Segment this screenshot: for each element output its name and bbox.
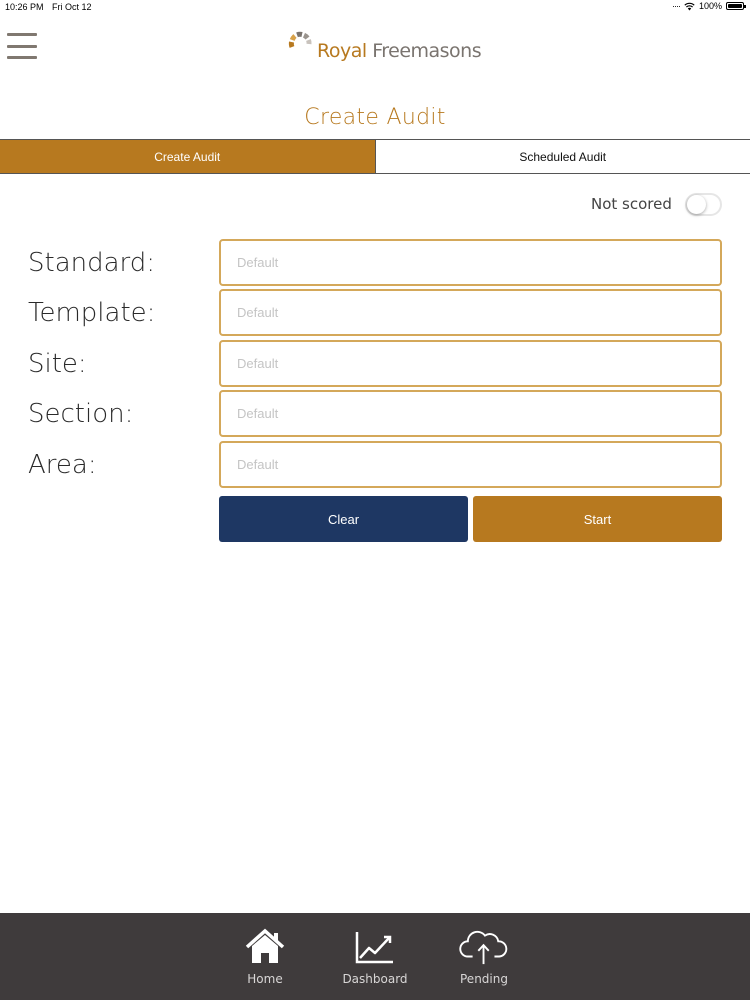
standard-label: Standard: (28, 248, 156, 278)
tab-create-audit[interactable]: Create Audit (0, 140, 375, 173)
nav-home[interactable]: Home (220, 913, 310, 1000)
page-title: Create Audit (304, 105, 446, 130)
menu-button[interactable] (7, 33, 37, 59)
nav-pending-label: Pending (460, 972, 508, 986)
site-label: Site: (28, 349, 87, 379)
home-icon (245, 928, 285, 963)
logo-text: Royal Freemasons (317, 40, 482, 62)
template-input[interactable] (219, 289, 722, 336)
logo-royal: Royal (317, 40, 367, 62)
nav-home-label: Home (247, 972, 283, 986)
standard-input[interactable] (219, 239, 722, 286)
chart-line-icon (355, 932, 393, 964)
cloud-upload-icon (459, 930, 508, 965)
not-scored-toggle[interactable] (685, 193, 722, 216)
area-label: Area: (28, 450, 97, 480)
logo: Royal Freemasons (286, 26, 482, 66)
nav-dashboard-label: Dashboard (342, 972, 408, 986)
nav-dashboard[interactable]: Dashboard (330, 913, 420, 1000)
section-input[interactable] (219, 390, 722, 437)
not-scored-label: Not scored (591, 195, 672, 213)
logo-freemasons: Freemasons (372, 40, 482, 62)
status-bar: 10:26 PM Fri Oct 12 ···· 100% (0, 0, 750, 14)
hamburger-icon (7, 33, 37, 36)
bottom-nav: Home Dashboard Pending (0, 913, 750, 1000)
tab-scheduled-audit[interactable]: Scheduled Audit (374, 140, 750, 173)
template-label: Template: (28, 298, 156, 328)
clear-button[interactable]: Clear (219, 496, 468, 542)
status-time: 10:26 PM (5, 2, 44, 12)
battery-percent: 100% (698, 1, 722, 11)
section-label: Section: (28, 399, 134, 429)
start-button[interactable]: Start (473, 496, 722, 542)
status-indicators: ···· 100% (671, 1, 746, 11)
wifi-icon (684, 2, 695, 10)
site-input[interactable] (219, 340, 722, 387)
nav-pending[interactable]: Pending (439, 913, 529, 1000)
signal-dots-icon: ···· (671, 1, 681, 11)
logo-mark-icon (288, 31, 312, 48)
area-input[interactable] (219, 441, 722, 488)
tab-bar: Create Audit Scheduled Audit (0, 139, 750, 174)
battery-icon (726, 2, 746, 10)
toggle-knob (687, 195, 706, 214)
status-date: Fri Oct 12 (52, 2, 92, 12)
